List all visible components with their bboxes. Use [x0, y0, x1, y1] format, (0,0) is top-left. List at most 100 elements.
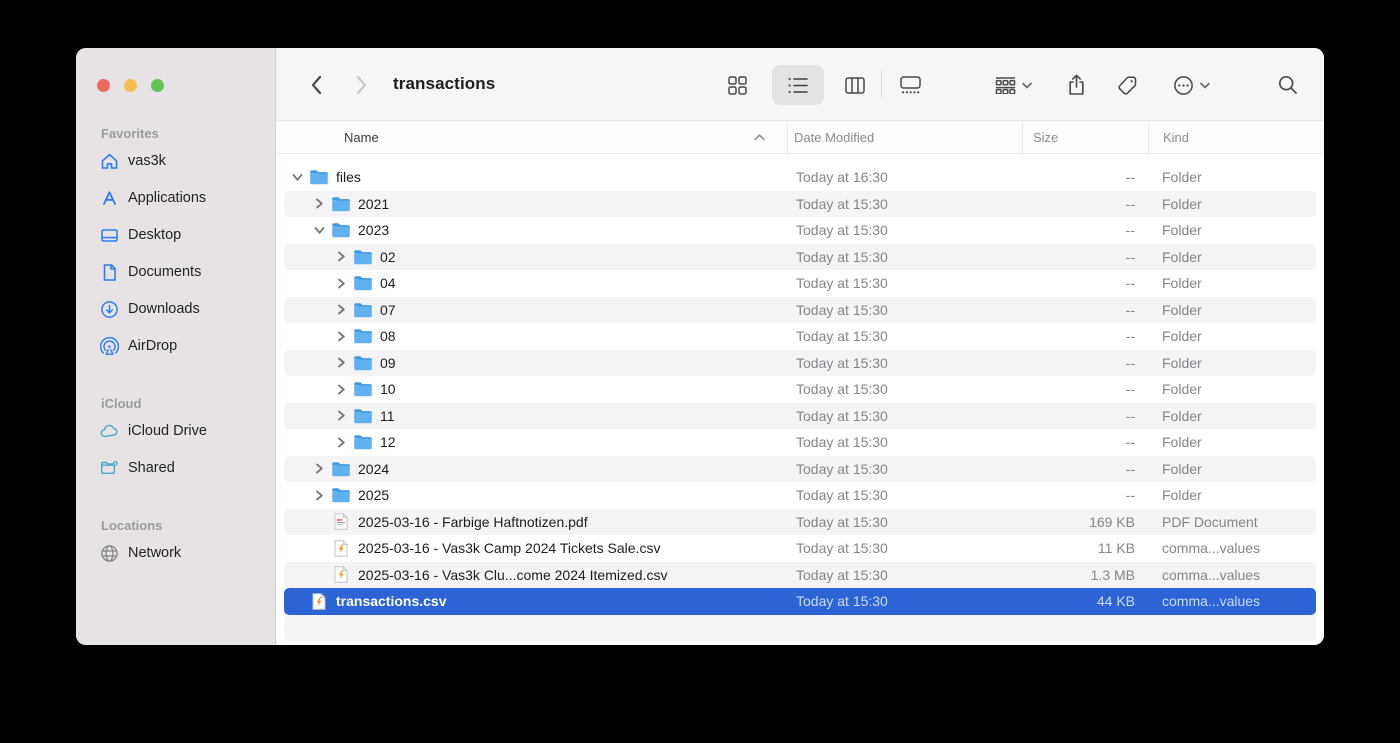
- file-name: 04: [380, 275, 396, 291]
- sidebar-section-gap: [76, 493, 275, 517]
- sidebar-item-network[interactable]: Network: [76, 541, 275, 565]
- forward-button[interactable]: [341, 65, 381, 105]
- disclosure-open-icon[interactable]: [290, 170, 304, 184]
- disclosure-closed-icon[interactable]: [334, 382, 348, 396]
- disclosure-closed-icon[interactable]: [334, 250, 348, 264]
- folder-row-08[interactable]: 08 Today at 15:30 -- Folder: [284, 323, 1316, 350]
- folder-row-12[interactable]: 12 Today at 15:30 -- Folder: [284, 429, 1316, 456]
- date-modified: Today at 15:30: [787, 381, 1022, 397]
- disclosure-open-icon[interactable]: [312, 223, 326, 237]
- file-name: 11: [380, 408, 395, 424]
- sidebar-item-shared[interactable]: Shared: [76, 456, 275, 480]
- column-header-name[interactable]: Name: [276, 121, 787, 153]
- sidebar-item-icloud-drive[interactable]: iCloud Drive: [76, 419, 275, 443]
- tags-icon: [1117, 75, 1138, 96]
- folder-row-2025[interactable]: 2025 Today at 15:30 -- Folder: [284, 482, 1316, 509]
- file-kind: Folder: [1148, 487, 1316, 503]
- disclosure-placeholder: [312, 515, 326, 529]
- disclosure-closed-icon[interactable]: [334, 409, 348, 423]
- file-kind: Folder: [1148, 302, 1316, 318]
- icon-view-button[interactable]: [717, 65, 757, 105]
- disclosure-closed-icon[interactable]: [312, 197, 326, 211]
- file-name: 2024: [358, 461, 389, 477]
- gallery-view-button[interactable]: [890, 65, 930, 105]
- folder-row-2021[interactable]: 2021 Today at 15:30 -- Folder: [284, 191, 1316, 218]
- folder-icon: [353, 301, 373, 318]
- file-row-2025-03-16-vas3k-camp-2024-tickets-sale-csv[interactable]: 2025-03-16 - Vas3k Camp 2024 Tickets Sal…: [284, 535, 1316, 562]
- sidebar-item-downloads[interactable]: Downloads: [76, 297, 275, 321]
- folder-row-11[interactable]: 11 Today at 15:30 -- Folder: [284, 403, 1316, 430]
- date-modified: Today at 15:30: [787, 196, 1022, 212]
- sidebar-item-vas3k[interactable]: vas3k: [76, 149, 275, 173]
- folder-row-07[interactable]: 07 Today at 15:30 -- Folder: [284, 297, 1316, 324]
- date-modified: Today at 15:30: [787, 355, 1022, 371]
- disclosure-closed-icon[interactable]: [334, 303, 348, 317]
- column-header-date-modified[interactable]: Date Modified: [787, 121, 1022, 153]
- date-modified: Today at 15:30: [787, 434, 1022, 450]
- folder-row-10[interactable]: 10 Today at 15:30 -- Folder: [284, 376, 1316, 403]
- file-size: --: [1022, 408, 1148, 424]
- share-button[interactable]: [1056, 65, 1096, 105]
- file-size: 44 KB: [1022, 593, 1148, 609]
- file-size: 169 KB: [1022, 514, 1148, 530]
- sidebar-item-desktop[interactable]: Desktop: [76, 223, 275, 247]
- minimize-button[interactable]: [124, 79, 137, 92]
- column-header-size[interactable]: Size: [1022, 121, 1148, 153]
- zoom-button[interactable]: [151, 79, 164, 92]
- home-icon: [100, 152, 119, 171]
- forward-icon: [354, 74, 369, 96]
- file-name: 07: [380, 302, 396, 318]
- folder-row-2023[interactable]: 2023 Today at 15:30 -- Folder: [284, 217, 1316, 244]
- folder-row-2024[interactable]: 2024 Today at 15:30 -- Folder: [284, 456, 1316, 483]
- more-icon: [1173, 75, 1194, 96]
- sidebar-item-airdrop[interactable]: AirDrop: [76, 334, 275, 358]
- date-modified: Today at 15:30: [787, 567, 1022, 583]
- more-button[interactable]: [1160, 65, 1222, 105]
- disclosure-closed-icon[interactable]: [334, 356, 348, 370]
- folder-icon: [353, 328, 373, 345]
- group-button[interactable]: [981, 65, 1045, 105]
- sidebar-section: Favorites vas3k Applications Desktop Doc…: [76, 125, 275, 395]
- folder-row-02[interactable]: 02 Today at 15:30 -- Folder: [284, 244, 1316, 271]
- file-row-transactions-csv[interactable]: transactions.csv Today at 15:30 44 KB co…: [284, 588, 1316, 615]
- folder-row-files[interactable]: files Today at 16:30 -- Folder: [284, 164, 1316, 191]
- disclosure-closed-icon[interactable]: [334, 329, 348, 343]
- file-kind: Folder: [1148, 169, 1316, 185]
- file-kind: comma...values: [1148, 540, 1316, 556]
- disclosure-closed-icon[interactable]: [312, 462, 326, 476]
- file-name: 2021: [358, 196, 389, 212]
- toolbar-separator: [881, 71, 882, 97]
- file-row-2025-03-16-farbige-haftnotizen-pdf[interactable]: 2025-03-16 - Farbige Haftnotizen.pdf Tod…: [284, 509, 1316, 536]
- back-button[interactable]: [296, 65, 336, 105]
- list-header: Name Date Modified Size Kind: [276, 121, 1324, 154]
- folder-row-09[interactable]: 09 Today at 15:30 -- Folder: [284, 350, 1316, 377]
- file-row-2025-03-16-vas3k-clu-come-2024-itemized-csv[interactable]: 2025-03-16 - Vas3k Clu...come 2024 Itemi…: [284, 562, 1316, 589]
- sidebar-section-header: Locations: [76, 517, 275, 534]
- folder-icon: [331, 195, 351, 212]
- date-modified: Today at 16:30: [787, 169, 1022, 185]
- desktop-icon: [100, 226, 119, 245]
- file-kind: Folder: [1148, 328, 1316, 344]
- date-modified: Today at 15:30: [787, 275, 1022, 291]
- tags-button[interactable]: [1107, 65, 1147, 105]
- file-size: 1.3 MB: [1022, 567, 1148, 583]
- file-kind: comma...values: [1148, 593, 1316, 609]
- file-size: --: [1022, 434, 1148, 450]
- column-view-button[interactable]: [835, 65, 875, 105]
- group-icon: [995, 77, 1016, 94]
- sidebar-item-applications[interactable]: Applications: [76, 186, 275, 210]
- folder-row-04[interactable]: 04 Today at 15:30 -- Folder: [284, 270, 1316, 297]
- folder-icon: [309, 169, 329, 186]
- disclosure-closed-icon[interactable]: [334, 435, 348, 449]
- search-button[interactable]: [1268, 65, 1308, 105]
- sidebar-section-header: iCloud: [76, 395, 275, 412]
- list-view-button[interactable]: [772, 65, 824, 105]
- shared-folder-icon: [100, 459, 119, 478]
- toolbar: transactions: [276, 48, 1324, 121]
- file-kind: comma...values: [1148, 567, 1316, 583]
- close-button[interactable]: [97, 79, 110, 92]
- sidebar-item-documents[interactable]: Documents: [76, 260, 275, 284]
- disclosure-closed-icon[interactable]: [334, 276, 348, 290]
- column-header-kind[interactable]: Kind: [1148, 121, 1324, 153]
- disclosure-closed-icon[interactable]: [312, 488, 326, 502]
